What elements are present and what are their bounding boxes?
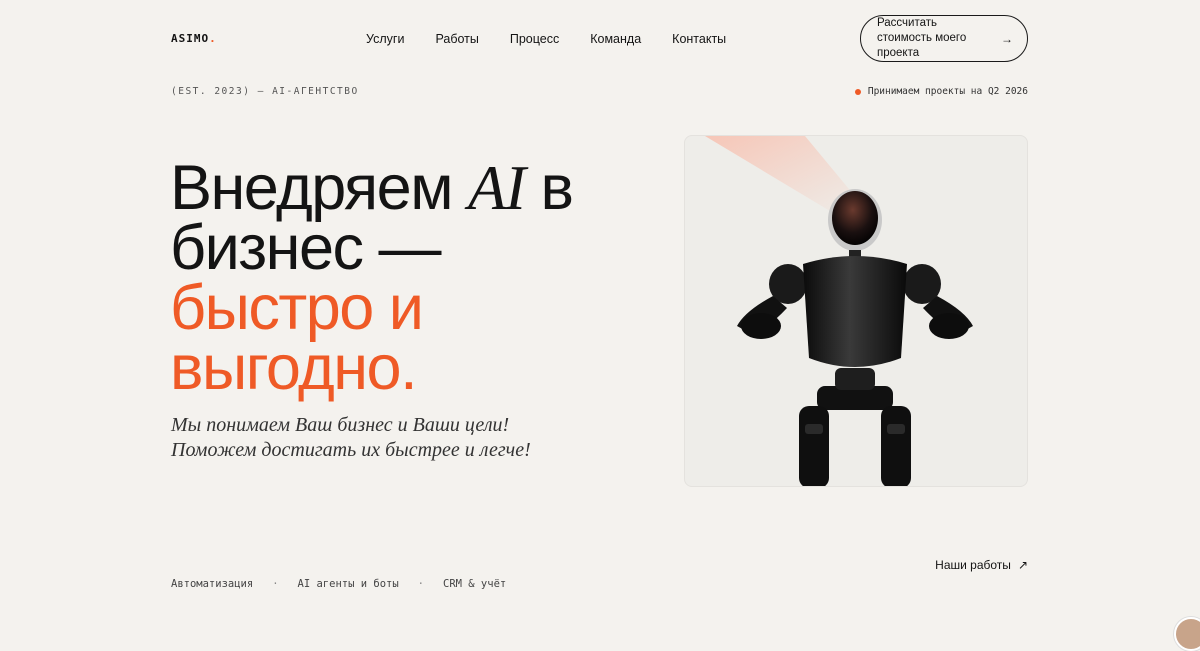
status-text: Принимаем проекты на Q2 2026: [867, 86, 1028, 97]
tag-automation: Автоматизация: [171, 578, 254, 590]
hero-title: Внедряем AI в бизнес — быстро и выгодно.: [170, 157, 574, 400]
logo-text: ASIMO: [171, 32, 210, 45]
logo-dot: .: [209, 32, 217, 45]
robot-illustration: [705, 136, 973, 486]
our-works-label: Наши работы: [935, 558, 1011, 572]
nav-link-team[interactable]: Команда: [590, 32, 641, 46]
nav-link-contacts[interactable]: Контакты: [672, 32, 726, 46]
status-dot-icon: [854, 88, 861, 95]
tag-ai-agents: AI агенты и боты: [297, 578, 399, 590]
services-tag-list: Автоматизация · AI агенты и боты · CRM &…: [171, 578, 506, 590]
hero-line-4: выгодно.: [170, 333, 418, 403]
tag-separator: ·: [272, 578, 279, 590]
main-nav: Услуги Работы Процесс Команда Контакты: [366, 32, 757, 46]
arrow-up-right-icon: ↗: [1017, 558, 1028, 572]
our-works-link[interactable]: Наши работы ↗: [935, 558, 1028, 572]
tag-crm: CRM & учёт: [443, 578, 507, 590]
logo[interactable]: ASIMO.: [171, 32, 217, 45]
hero-line-1-b: в: [524, 153, 574, 223]
hero-subtitle-line-1: Мы понимаем Ваш бизнес и Ваши цели!: [171, 414, 510, 436]
status-badge: Принимаем проекты на Q2 2026: [854, 86, 1028, 97]
tag-separator: ·: [417, 578, 424, 590]
nav-link-services[interactable]: Услуги: [366, 32, 404, 46]
cta-label: Рассчитать стоимость моего проекта: [877, 17, 967, 59]
hero-subtitle: Мы понимаем Ваш бизнес и Ваши цели! Помо…: [171, 413, 531, 463]
chat-avatar[interactable]: [1174, 617, 1200, 651]
hero-ai-word: AI: [468, 153, 526, 223]
arrow-right-icon: →: [1001, 31, 1013, 46]
robot-image: [684, 135, 1028, 487]
hero-subtitle-line-2: Поможем достигать их быстрее и легче!: [171, 439, 531, 461]
nav-link-works[interactable]: Работы: [435, 32, 478, 46]
established-label: (EST. 2023) — AI-АГЕНТСТВО: [171, 86, 359, 97]
calculate-cost-button[interactable]: Рассчитать стоимость моего проекта →: [860, 15, 1028, 62]
nav-link-process[interactable]: Процесс: [510, 32, 559, 46]
